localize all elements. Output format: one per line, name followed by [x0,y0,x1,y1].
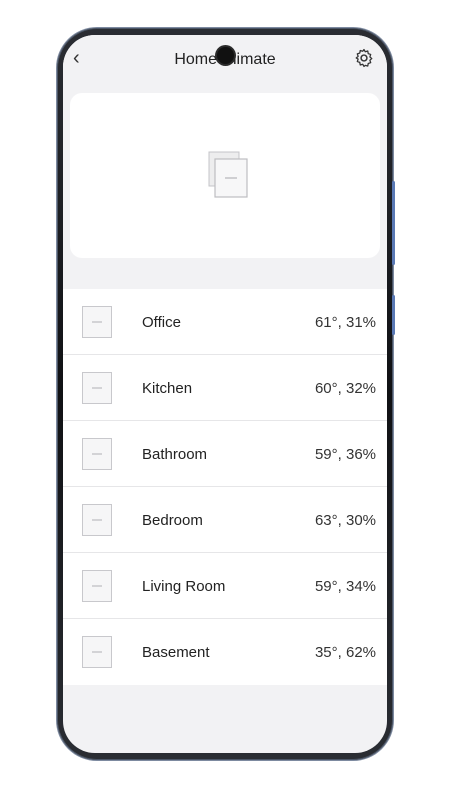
room-name: Office [142,314,181,331]
room-name: Bedroom [142,512,203,529]
list-item[interactable]: Kitchen 60°, 32% [63,355,387,421]
room-reading: 63°, 30% [314,512,376,529]
volume-button [392,181,395,265]
front-camera [217,47,234,64]
room-reading: 61°, 31% [314,314,376,331]
room-thumbnail-icon [82,372,112,404]
room-thumbnail-icon [82,438,112,470]
room-name: Kitchen [142,380,193,397]
room-reading: 59°, 34% [314,578,376,595]
gear-icon[interactable] [353,47,375,69]
room-name: Basement [142,644,210,661]
room-thumbnail-icon [82,570,112,602]
hero-card [70,93,380,258]
room-name: Bathroom [142,446,208,463]
phone-screen: ‹ Home Climate Office 61°, 31% Kitchen 6… [63,35,387,753]
list-item[interactable]: Basement 35°, 62% [63,619,387,685]
list-item[interactable]: Office 61°, 31% [63,289,387,355]
device-thumbnail-icon [208,151,248,198]
room-thumbnail-icon [82,504,112,536]
stage: ‹ Home Climate Office 61°, 31% Kitchen 6… [0,0,450,800]
room-name: Living Room [142,578,226,595]
room-thumbnail-icon [82,306,112,338]
list-item[interactable]: Bathroom 59°, 36% [63,421,387,487]
room-reading: 59°, 36% [314,446,376,463]
power-button [392,295,395,335]
room-list: Office 61°, 31% Kitchen 60°, 32% Bathroo… [63,289,387,685]
list-item[interactable]: Bedroom 63°, 30% [63,487,387,553]
room-reading: 35°, 62% [314,644,376,661]
list-item[interactable]: Living Room 59°, 34% [63,553,387,619]
room-reading: 60°, 32% [314,380,376,397]
room-thumbnail-icon [82,636,112,668]
